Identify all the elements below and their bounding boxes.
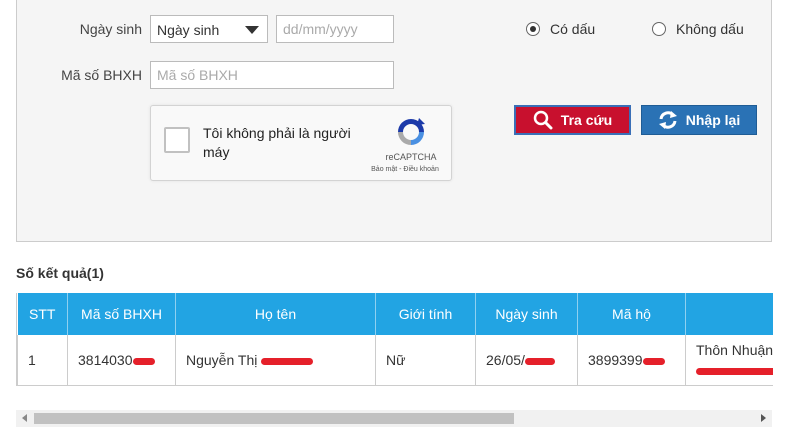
table-header-row: STT Mã số BHXH Họ tên Giới tính Ngày sin…: [17, 293, 773, 335]
cell-stt: 1: [17, 335, 68, 386]
redaction-mark: [261, 357, 314, 365]
results-table-container: STT Mã số BHXH Họ tên Giới tính Ngày sin…: [16, 293, 773, 386]
col-header-household: Mã hộ: [577, 293, 686, 335]
result-count: Số kết quả(1): [16, 265, 104, 281]
refresh-icon: [658, 111, 677, 129]
cell-name-text: Nguyễn Thị: [186, 352, 258, 368]
cell-gender: Nữ: [375, 335, 476, 386]
redaction-mark: [696, 367, 773, 375]
radio-no-accent[interactable]: Không dấu: [652, 21, 744, 37]
scroll-left-icon[interactable]: [22, 414, 27, 422]
table-row: 1 3814030 Nguyễn Thị Nữ 26/05/ 3899399 T…: [17, 335, 773, 386]
col-header-bhxh: Mã số BHXH: [67, 293, 176, 335]
cell-household: 3899399: [577, 335, 686, 386]
search-button-label: Tra cứu: [560, 112, 613, 128]
redaction-mark: [642, 357, 665, 365]
scroll-right-icon[interactable]: [761, 414, 766, 422]
recaptcha-checkbox[interactable]: [164, 127, 190, 153]
bhxh-label: Mã số BHXH: [61, 67, 142, 83]
chevron-down-icon: [245, 26, 259, 34]
recaptcha-widget: Tôi không phải là người máy reCAPTCHA Bả…: [150, 105, 452, 181]
dob-type-select-value: Ngày sinh: [157, 22, 220, 38]
recaptcha-logo-icon: [398, 118, 425, 145]
cell-name: Nguyễn Thị: [175, 335, 376, 386]
cell-dob-text: 26/05/: [486, 352, 525, 368]
results-table: STT Mã số BHXH Họ tên Giới tính Ngày sin…: [17, 293, 773, 386]
search-button[interactable]: Tra cứu: [514, 105, 631, 135]
dob-label: Ngày sinh: [79, 21, 142, 37]
col-header-name: Họ tên: [175, 293, 376, 335]
cell-gender-text: Nữ: [386, 352, 406, 368]
cell-stt-text: 1: [28, 352, 36, 368]
reset-button[interactable]: Nhập lại: [641, 105, 757, 135]
horizontal-scrollbar[interactable]: [16, 410, 772, 427]
radio-accent-label: Có dấu: [550, 21, 596, 37]
cell-bhxh: 3814030: [67, 335, 176, 386]
redaction-mark: [524, 357, 555, 365]
cell-address-text: Thôn Nhuận: [696, 342, 773, 358]
recaptcha-terms-link[interactable]: Bảo mật - Điều khoản: [359, 166, 451, 173]
col-header-gender: Giới tính: [375, 293, 476, 335]
cell-address: Thôn Nhuận: [685, 335, 773, 386]
radio-accent[interactable]: Có dấu: [526, 21, 595, 37]
col-header-address: [685, 293, 773, 335]
dob-type-select[interactable]: Ngày sinh: [150, 15, 268, 43]
radio-no-accent-circle[interactable]: [652, 22, 666, 36]
dob-input[interactable]: [276, 15, 394, 43]
cell-bhxh-text: 3814030: [78, 352, 133, 368]
search-icon: [533, 110, 553, 130]
recaptcha-label: Tôi không phải là người máy: [203, 125, 351, 160]
reset-button-label: Nhập lại: [685, 112, 741, 128]
bhxh-input[interactable]: [150, 61, 394, 89]
col-header-stt: STT: [17, 293, 68, 335]
cell-dob: 26/05/: [475, 335, 578, 386]
radio-accent-circle[interactable]: [526, 22, 540, 36]
col-header-dob: Ngày sinh: [475, 293, 578, 335]
recaptcha-brand: reCAPTCHA: [385, 152, 437, 162]
cell-household-text: 3899399: [588, 352, 643, 368]
redaction-mark: [132, 357, 155, 365]
radio-no-accent-label: Không dấu: [676, 21, 744, 37]
scrollbar-thumb[interactable]: [34, 413, 514, 424]
